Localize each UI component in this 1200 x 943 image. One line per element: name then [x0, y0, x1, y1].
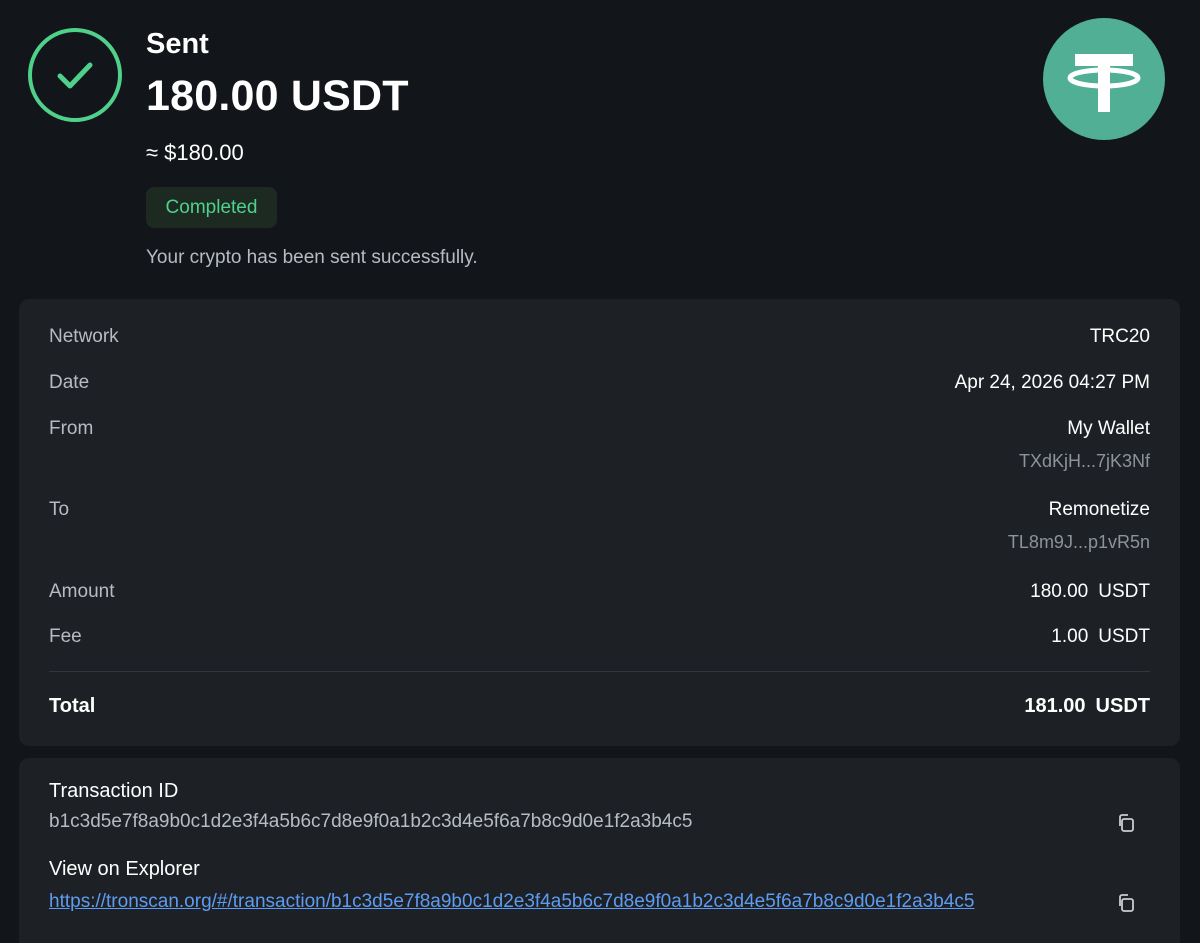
fiat-amount: ≈ $180.00 — [146, 140, 244, 165]
transaction-card: Transaction ID b1c3d5e7f8a9b0c1d2e3f4a5b… — [19, 758, 1180, 943]
sent-amount: 180.00 USDT — [146, 72, 409, 120]
details-card: Network TRC20 Date Apr 24, 2026 04:27 PM… — [19, 299, 1180, 746]
transaction-id: b1c3d5e7f8a9b0c1d2e3f4a5b6c7d8e9f0a1b2c3… — [49, 811, 693, 832]
from-label: From — [49, 418, 94, 439]
from-name: My Wallet — [1067, 418, 1150, 439]
copy-icon[interactable] — [1116, 813, 1136, 833]
tether-logo-icon — [1043, 18, 1165, 140]
network-value: TRC20 — [1089, 326, 1150, 347]
fee-value: 1.00 USDT — [1051, 626, 1150, 648]
transaction-detail-page: Sent 180.00 USDT ≈ $180.00 Completed You… — [0, 0, 1200, 943]
to-label: To — [49, 499, 70, 520]
page-title: Sent — [146, 28, 209, 60]
from-address: TXdKjH...7jK3Nf — [1018, 451, 1150, 471]
total-number: 181.00 — [1024, 695, 1086, 717]
to-address: TL8m9J...p1vR5n — [1007, 532, 1150, 552]
fee-unit: USDT — [1098, 626, 1150, 647]
amount-label: Amount — [49, 581, 115, 602]
status-badge: Completed — [146, 187, 277, 228]
copy-icon[interactable] — [1116, 893, 1136, 913]
total-unit: USDT — [1095, 695, 1150, 717]
date-value: Apr 24, 2026 04:27 PM — [954, 372, 1150, 393]
transaction-id-label: Transaction ID — [49, 780, 179, 802]
amount-number: 180.00 — [1030, 581, 1089, 602]
date-label: Date — [49, 372, 90, 393]
check-circle-icon — [28, 28, 122, 122]
fee-label: Fee — [49, 626, 82, 647]
explorer-label: View on Explorer — [49, 858, 200, 880]
amount-unit: USDT — [1098, 581, 1150, 602]
total-label: Total — [49, 695, 96, 717]
to-name: Remonetize — [1048, 499, 1150, 520]
divider — [49, 671, 1150, 672]
network-label: Network — [49, 326, 119, 347]
amount-value: 180.00 USDT — [1030, 581, 1150, 603]
fee-number: 1.00 — [1051, 626, 1089, 647]
success-message: Your crypto has been sent successfully. — [146, 247, 478, 268]
explorer-link[interactable]: https://tronscan.org/#/transaction/b1c3d… — [49, 891, 974, 913]
total-value: 181.00 USDT — [1024, 695, 1150, 718]
